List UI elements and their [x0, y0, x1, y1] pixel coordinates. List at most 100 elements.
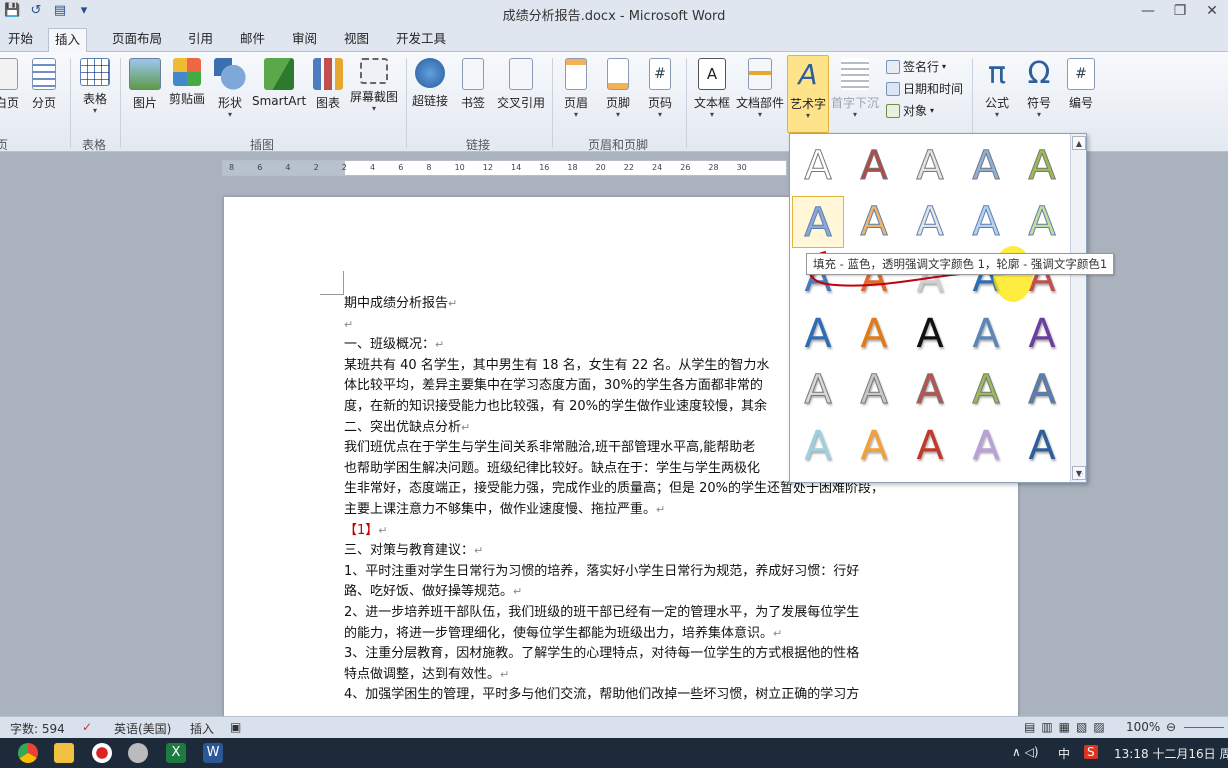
restore-button[interactable]: ❐	[1164, 0, 1196, 22]
datetime-button[interactable]: 日期和时间	[886, 80, 963, 97]
minimize-button[interactable]: —	[1132, 0, 1164, 22]
quickparts-button[interactable]: 文档部件 ▾	[734, 58, 786, 119]
crossref-button[interactable]: 交叉引用	[494, 58, 548, 111]
dropcap-button[interactable]: 首字下沉 ▾	[830, 58, 880, 119]
clock[interactable]: 13:18 十二月16日 周	[1114, 745, 1228, 762]
wordart-style-option[interactable]: A	[960, 308, 1012, 360]
symbol-button[interactable]: Ω 符号 ▾	[1020, 58, 1058, 119]
chevron-down-icon: ▾	[371, 104, 376, 113]
wordart-style-option[interactable]: A	[960, 420, 1012, 472]
tab-review[interactable]: 审阅	[286, 28, 323, 52]
close-button[interactable]: ✕	[1196, 0, 1228, 22]
wordart-style-option[interactable]: A	[792, 140, 844, 192]
document-line[interactable]: 1、平时注重对学生日常行为习惯的培养，落实好小学生日常行为规范，养成好习惯：行好	[344, 562, 900, 583]
document-line[interactable]: 路、吃好饭、做好操等规范。↵	[344, 582, 900, 603]
app-icon[interactable]	[128, 743, 148, 763]
line-text: 一、班级概况：	[344, 337, 436, 353]
shapes-button[interactable]: 形状 ▾	[212, 58, 248, 119]
wordart-style-option[interactable]: A	[1016, 196, 1068, 248]
textbox-button[interactable]: A 文本框 ▾	[692, 58, 732, 119]
page-break-button[interactable]: 分页	[26, 58, 62, 111]
tab-insert[interactable]: 插入	[48, 28, 88, 53]
sogou-icon[interactable]: S	[1084, 745, 1098, 759]
file-explorer-icon[interactable]	[54, 743, 74, 763]
number-button[interactable]: # 编号	[1062, 58, 1100, 111]
proofing-icon[interactable]: ✓	[82, 720, 92, 734]
header-button[interactable]: 页眉 ▾	[558, 58, 594, 119]
wordart-style-option[interactable]: A	[1016, 420, 1068, 472]
wordart-style-option[interactable]: A	[792, 420, 844, 472]
gallery-scrollbar[interactable]: ▲ ▼	[1070, 134, 1086, 482]
tab-home[interactable]: 开始	[2, 28, 39, 52]
tray-arrows-icon[interactable]: ∧ ◁)	[1012, 745, 1039, 759]
wordart-style-option[interactable]: A	[848, 140, 900, 192]
insert-mode[interactable]: 插入	[190, 720, 214, 737]
wordart-style-option[interactable]: A	[904, 308, 956, 360]
group-links-label: 链接	[466, 138, 491, 152]
wordart-style-option[interactable]: A	[792, 364, 844, 416]
wordart-style-option[interactable]: A	[792, 196, 844, 248]
wordart-style-option[interactable]: A	[904, 364, 956, 416]
picture-button[interactable]: 图片	[126, 58, 164, 111]
signature-line-button[interactable]: 签名行 ▾	[886, 58, 946, 75]
word-icon[interactable]: W	[203, 743, 223, 763]
wordart-button[interactable]: A 艺术字 ▾	[787, 55, 829, 133]
group-pages-label: 页	[0, 138, 9, 152]
wordart-style-option[interactable]: A	[904, 196, 956, 248]
horizontal-ruler[interactable]: 8 6 4 2 2 4 6 8 10 12 14 16 18 20 22 24 26 28 30	[222, 160, 787, 176]
footer-button[interactable]: 页脚 ▾	[600, 58, 636, 119]
chrome-icon[interactable]	[18, 743, 38, 763]
zoom-level[interactable]: 100%	[1126, 720, 1160, 734]
wordart-style-option[interactable]: A	[960, 364, 1012, 416]
tab-developer[interactable]: 开发工具	[390, 28, 452, 52]
wordart-style-option[interactable]: A	[960, 140, 1012, 192]
zoom-out-icon[interactable]: ⊖	[1166, 720, 1176, 734]
ime-indicator[interactable]: 中	[1058, 745, 1070, 762]
chart-button[interactable]: 图表	[310, 58, 346, 111]
word-count[interactable]: 字数: 594	[10, 720, 65, 737]
smartart-button[interactable]: SmartArt	[252, 58, 306, 108]
scroll-up-icon[interactable]: ▲	[1072, 136, 1086, 150]
document-line[interactable]: 主要上课注意力不够集中，做作业速度慢、拖拉严重。↵	[344, 500, 900, 521]
macro-record-icon[interactable]: ▣	[230, 720, 241, 734]
wordart-style-option[interactable]: A	[1016, 308, 1068, 360]
wordart-style-option[interactable]: A	[1016, 364, 1068, 416]
clipart-button[interactable]: 剪贴画	[166, 58, 208, 107]
hyperlink-button[interactable]: 超链接	[410, 58, 450, 109]
wordart-style-option[interactable]: A	[848, 420, 900, 472]
document-line[interactable]: 特点做调整，达到有效性。↵	[344, 665, 900, 686]
page-number-button[interactable]: # 页码 ▾	[642, 58, 678, 119]
tab-page-layout[interactable]: 页面布局	[106, 28, 168, 52]
wordart-style-option[interactable]: A	[1016, 140, 1068, 192]
resize-grip-icon[interactable]: ⋰	[1076, 472, 1084, 481]
wordart-style-option[interactable]: A	[848, 196, 900, 248]
paragraph-mark: ↵	[378, 523, 388, 537]
tab-view[interactable]: 视图	[338, 28, 375, 52]
recorder-icon[interactable]	[92, 743, 112, 763]
table-button[interactable]: 表格 ▾	[76, 58, 114, 115]
document-line[interactable]: 【1】↵	[344, 521, 900, 542]
wordart-style-option[interactable]: A	[848, 364, 900, 416]
object-button[interactable]: 对象 ▾	[886, 102, 934, 119]
document-line[interactable]: 2、进一步培养班干部队伍，我们班级的班干部已经有一定的管理水平，为了发展每位学生	[344, 603, 900, 624]
document-line[interactable]: 的能力，将进一步管理细化，使每位学生都能为班级出力，培养集体意识。↵	[344, 624, 900, 645]
tab-mailings[interactable]: 邮件	[234, 28, 271, 52]
tab-references[interactable]: 引用	[182, 28, 219, 52]
wordart-style-option[interactable]: A	[960, 196, 1012, 248]
wordart-style-option[interactable]: A	[792, 308, 844, 360]
document-line[interactable]: 3、注重分层教育，因材施教。了解学生的心理特点，对待每一位学生的方式根据他的性格	[344, 644, 900, 665]
screenshot-button[interactable]: 屏幕截图 ▾	[348, 58, 400, 113]
wordart-gallery: AAAAAAAAAAAAAAAAAAAAAAAAAAAAAA ▲ ▼ ⋰	[789, 133, 1087, 483]
language-status[interactable]: 英语(美国)	[114, 720, 171, 737]
excel-icon[interactable]: X	[166, 743, 186, 763]
blank-page-button[interactable]: 白页	[0, 58, 22, 111]
wordart-style-option[interactable]: A	[904, 140, 956, 192]
document-line[interactable]: 4、加强学困生的管理，平时多与他们交流，帮助他们改掉一些坏习惯，树立正确的学习方	[344, 685, 900, 706]
view-buttons[interactable]: ▤▥▦▧▨	[1024, 720, 1111, 734]
bookmark-button[interactable]: 书签	[456, 58, 490, 111]
wordart-style-option[interactable]: A	[848, 308, 900, 360]
zoom-slider[interactable]	[1184, 727, 1224, 728]
wordart-style-option[interactable]: A	[904, 420, 956, 472]
document-line[interactable]: 三、对策与教育建议：↵	[344, 541, 900, 562]
equation-button[interactable]: π 公式 ▾	[978, 58, 1016, 119]
